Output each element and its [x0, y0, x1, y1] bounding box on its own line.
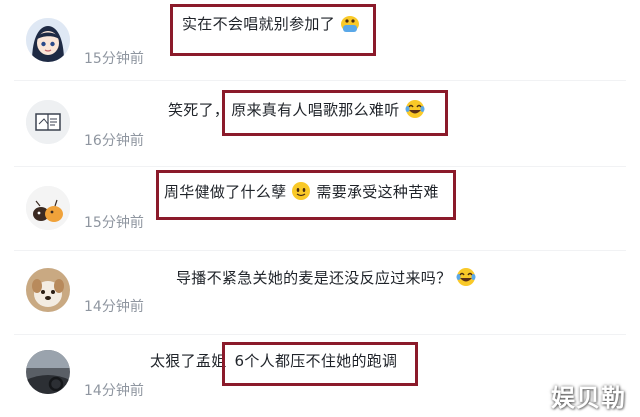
- comment-prefix: 太狠了孟姐: [150, 352, 227, 370]
- comment-text: 实在不会唱就别参加了: [182, 12, 363, 34]
- comment-timestamp: 14分钟前: [84, 383, 144, 399]
- comment-text: 导播不紧急关她的麦是还没反应过来吗？: [176, 266, 479, 288]
- user-avatar[interactable]: [26, 18, 70, 62]
- laughing-tears-emoji: [456, 268, 476, 286]
- car-interior-avatar-icon: [26, 350, 70, 394]
- comment-text-part: 需要承受这种苦难: [316, 182, 439, 201]
- comment-item: 周华健做了什么孽 需要承受这种苦难 15分钟前: [0, 166, 640, 246]
- divider: [14, 80, 626, 81]
- watermark: 娱贝勒: [551, 384, 626, 412]
- comment-text-part: 导播不紧急关她的麦是还没反应过来吗？: [176, 268, 452, 287]
- user-avatar[interactable]: [26, 100, 70, 144]
- user-avatar[interactable]: [26, 350, 70, 394]
- comment-text: 太狠了孟姐 6个人都压不住她的跑调: [150, 350, 397, 371]
- user-avatar[interactable]: [26, 268, 70, 312]
- book-sketch-avatar-icon: [26, 100, 70, 144]
- pleading-face-emoji: [341, 16, 360, 32]
- dog-avatar-icon: [26, 268, 70, 312]
- comment-text-part: 实在不会唱就别参加了: [182, 14, 336, 33]
- comment-item: 导播不紧急关她的麦是还没反应过来吗？ 14分钟前: [0, 250, 640, 330]
- laughing-tears-emoji: [405, 100, 425, 118]
- comment-item: 太狠了孟姐 6个人都压不住她的跑调 14分钟前: [0, 334, 640, 414]
- cartoon-animals-avatar-icon: [26, 186, 70, 230]
- comment-text-part: 6个人都压不住她的跑调: [234, 352, 398, 370]
- comment-item: 实在不会唱就别参加了 15分钟前: [0, 0, 640, 80]
- user-avatar[interactable]: [26, 186, 70, 230]
- comment-text-part: 原来真有人唱歌那么难听: [231, 100, 400, 119]
- comment-timestamp: 16分钟前: [84, 133, 144, 149]
- comment-text: 周华健做了什么孽 需要承受这种苦难: [164, 180, 439, 202]
- smiling-face-emoji: [292, 182, 311, 200]
- comment-timestamp: 15分钟前: [84, 215, 144, 231]
- comment-timestamp: 14分钟前: [84, 299, 144, 315]
- anime-girl-avatar-icon: [26, 18, 70, 62]
- comment-prefix: 笑死了，: [168, 100, 230, 119]
- comment-item: 笑死了， 原来真有人唱歌那么难听 16分钟前: [0, 84, 640, 164]
- comment-text: 笑死了， 原来真有人唱歌那么难听: [168, 98, 428, 120]
- comment-text-part: 周华健做了什么孽: [164, 182, 287, 201]
- comment-timestamp: 15分钟前: [84, 51, 144, 67]
